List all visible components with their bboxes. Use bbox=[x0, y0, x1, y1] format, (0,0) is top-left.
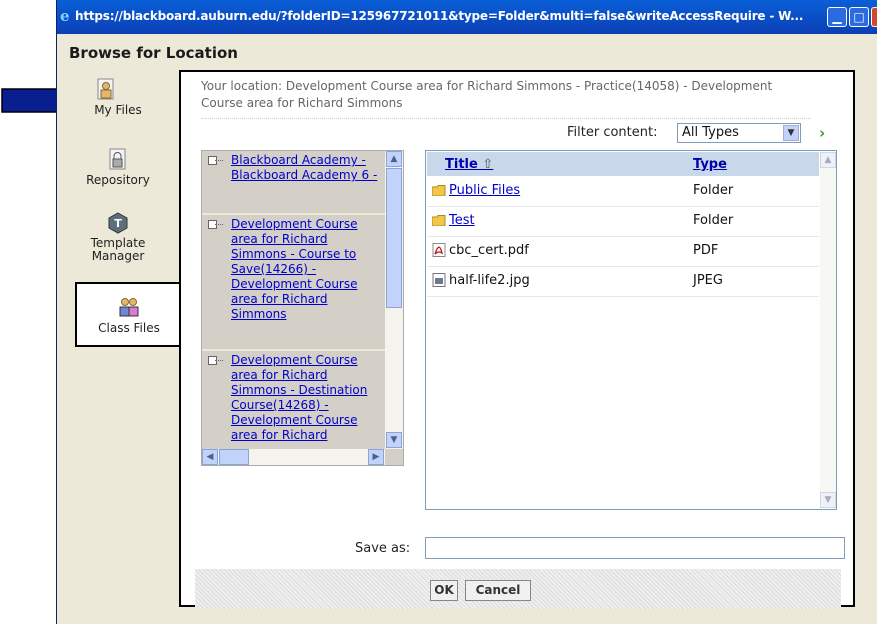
button-bar: OK Cancel bbox=[195, 569, 841, 609]
scroll-up-icon[interactable]: ▲ bbox=[386, 151, 402, 167]
save-as-label: Save as: bbox=[355, 541, 411, 556]
file-name-link[interactable]: Public Files bbox=[449, 183, 520, 198]
tree-vertical-scrollbar[interactable]: ▲ ▼ bbox=[385, 151, 403, 449]
scroll-down-icon[interactable]: ▼ bbox=[386, 432, 402, 448]
sidebar-item-label: My Files bbox=[94, 103, 142, 117]
sidebar-item-label: Class Files bbox=[98, 321, 160, 335]
file-type: Folder bbox=[693, 183, 734, 198]
sort-arrow-icon: ⇧ bbox=[482, 157, 494, 172]
go-arrow-icon[interactable]: › bbox=[819, 124, 825, 142]
maximize-button[interactable]: □ bbox=[849, 7, 869, 27]
window-title: https://blackboard.auburn.edu/?folderID=… bbox=[75, 9, 804, 23]
image-file-icon bbox=[432, 273, 446, 287]
template-manager-icon: T bbox=[108, 212, 128, 234]
file-list: Title ⇧ Type Public Files Folder Test Fo… bbox=[425, 150, 837, 510]
cancel-button[interactable]: Cancel bbox=[465, 580, 531, 601]
file-name-link[interactable]: Test bbox=[449, 213, 475, 228]
file-row[interactable]: Test Folder bbox=[427, 207, 819, 237]
file-type: JPEG bbox=[693, 273, 723, 288]
filter-content-select[interactable]: All Types ▼ bbox=[677, 123, 801, 143]
filter-label: Filter content: bbox=[567, 125, 658, 140]
sidebar-item-template-manager[interactable]: T Template Manager bbox=[57, 212, 179, 278]
location-text: Your location: Development Course area f… bbox=[201, 78, 811, 119]
file-name[interactable]: cbc_cert.pdf bbox=[449, 243, 529, 258]
chevron-down-icon[interactable]: ▼ bbox=[783, 125, 799, 141]
ok-button[interactable]: OK bbox=[430, 580, 458, 601]
file-list-vertical-scrollbar[interactable]: ▲ ▼ bbox=[820, 152, 836, 508]
file-type: Folder bbox=[693, 213, 734, 228]
tree-horizontal-scrollbar[interactable]: ◀ ▶ bbox=[202, 449, 385, 465]
scroll-left-icon[interactable]: ◀ bbox=[202, 449, 218, 465]
folder-icon bbox=[432, 215, 446, 226]
minimize-button[interactable]: ▁ bbox=[827, 7, 847, 27]
user-files-icon bbox=[97, 78, 114, 100]
tree-node-link[interactable]: Development Course area for Richard Simm… bbox=[231, 217, 379, 322]
sidebar-item-repository[interactable]: Repository bbox=[57, 148, 179, 204]
scroll-right-icon[interactable]: ▶ bbox=[368, 449, 384, 465]
tree-node-link[interactable]: Development Course area for Richard Simm… bbox=[231, 353, 379, 443]
class-files-icon bbox=[119, 298, 139, 317]
close-button[interactable] bbox=[871, 7, 877, 27]
sidebar-item-label: Template Manager bbox=[90, 236, 146, 263]
tree-node: Blackboard Academy - Blackboard Academy … bbox=[202, 151, 385, 215]
file-row[interactable]: Public Files Folder bbox=[427, 177, 819, 207]
filter-selected-value: All Types bbox=[682, 125, 739, 140]
file-row[interactable]: cbc_cert.pdf PDF bbox=[427, 237, 819, 267]
file-type: PDF bbox=[693, 243, 719, 258]
window-titlebar[interactable]: e https://blackboard.auburn.edu/?folderI… bbox=[57, 0, 877, 34]
sidebar-item-label: Repository bbox=[86, 173, 150, 187]
repository-icon bbox=[109, 148, 126, 170]
browser-window: e https://blackboard.auburn.edu/?folderI… bbox=[56, 0, 877, 624]
pdf-icon bbox=[432, 243, 446, 257]
sidebar-item-my-files[interactable]: My Files bbox=[57, 78, 179, 148]
scrollbar-thumb[interactable] bbox=[219, 449, 249, 465]
file-name[interactable]: half-life2.jpg bbox=[449, 273, 530, 288]
tree-node: Development Course area for Richard Simm… bbox=[202, 215, 385, 351]
save-as-input[interactable] bbox=[425, 537, 845, 559]
scrollbar-thumb[interactable] bbox=[386, 168, 402, 308]
folder-tree: Blackboard Academy - Blackboard Academy … bbox=[201, 150, 404, 466]
tree-node: Development Course area for Richard Simm… bbox=[202, 351, 385, 449]
column-header-title[interactable]: Title ⇧ bbox=[445, 157, 493, 172]
folder-icon bbox=[432, 185, 446, 196]
scroll-up-icon[interactable]: ▲ bbox=[820, 152, 836, 168]
scroll-down-icon[interactable]: ▼ bbox=[820, 492, 836, 508]
sidebar-item-class-files[interactable]: Class Files bbox=[75, 282, 181, 347]
column-header-type[interactable]: Type bbox=[693, 157, 727, 172]
ie-icon: e bbox=[60, 7, 70, 25]
dialog-title: Browse for Location bbox=[69, 44, 238, 62]
content-panel: Your location: Development Course area f… bbox=[179, 70, 855, 609]
file-row[interactable]: half-life2.jpg JPEG bbox=[427, 267, 819, 297]
svg-text:T: T bbox=[114, 217, 122, 230]
file-list-header: Title ⇧ Type bbox=[427, 152, 819, 176]
tree-node-link[interactable]: Blackboard Academy - Blackboard Academy … bbox=[231, 153, 379, 183]
